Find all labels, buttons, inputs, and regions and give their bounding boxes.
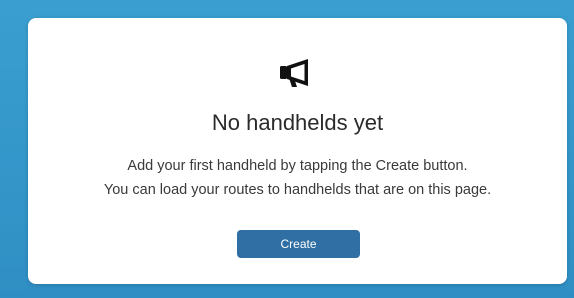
megaphone-icon [279, 59, 308, 87]
empty-state-card: No handhelds yet Add your first handheld… [28, 18, 567, 284]
megaphone-icon-wrapper [28, 56, 567, 94]
create-button[interactable]: Create [237, 230, 360, 258]
description-line-2: You can load your routes to handhelds th… [103, 182, 492, 198]
empty-state-description: Add your first handheld by tapping the C… [28, 154, 567, 202]
description-line-1: Add your first handheld by tapping the C… [127, 158, 468, 174]
empty-state-title: No handhelds yet [211, 110, 384, 135]
